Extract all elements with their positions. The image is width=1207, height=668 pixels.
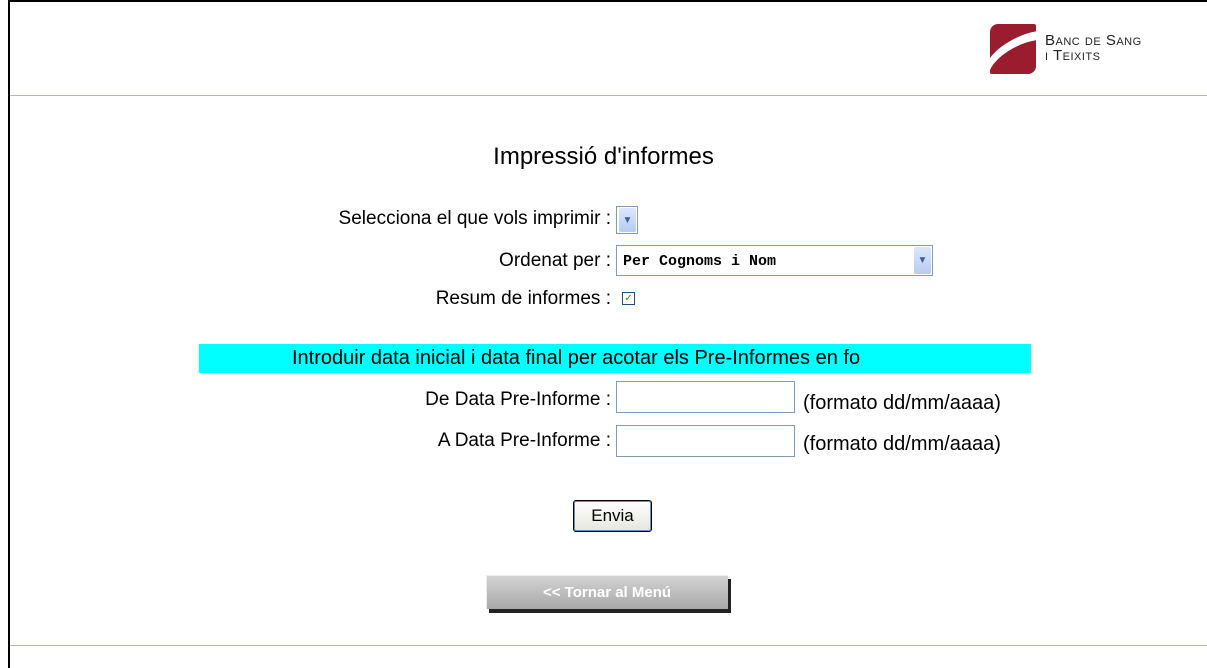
top-divider xyxy=(10,95,1207,96)
submit-button[interactable]: Envia xyxy=(573,500,652,532)
date-range-banner: Introduir data inicial i data final per … xyxy=(199,344,1031,373)
order-label: Ordenat per : xyxy=(499,250,611,271)
logo: Banc de Sang i Teixits xyxy=(990,24,1205,76)
page-title: Impressió d'informes xyxy=(493,143,714,170)
back-to-menu-button[interactable]: << Tornar al Menú xyxy=(486,575,728,609)
to-date-hint: (formato dd/mm/aaaa) xyxy=(803,433,1001,455)
summary-checkbox[interactable]: ✓ xyxy=(622,292,635,305)
from-date-hint: (formato dd/mm/aaaa) xyxy=(803,392,1001,414)
banner-text: Introduir data inicial i data final per … xyxy=(292,347,861,369)
bottom-divider xyxy=(10,645,1207,646)
from-date-input[interactable] xyxy=(616,381,795,413)
order-selected-value: Per Cognoms i Nom xyxy=(623,253,777,270)
select-report-label: Selecciona el que vols imprimir : xyxy=(338,208,611,229)
page-frame xyxy=(8,0,1207,668)
logo-line-2: i Teixits xyxy=(1045,47,1101,64)
to-date-input[interactable] xyxy=(616,425,795,457)
select-report-dropdown[interactable]: ▼ xyxy=(616,206,638,234)
logo-text: Banc de Sang i Teixits xyxy=(1045,33,1142,63)
order-dropdown[interactable]: Per Cognoms i Nom ▼ xyxy=(616,245,933,276)
from-date-label: De Data Pre-Informe : xyxy=(425,389,611,410)
check-icon: ✓ xyxy=(624,292,633,304)
logo-line-1: Banc de Sang xyxy=(1045,32,1142,49)
chevron-down-icon[interactable]: ▼ xyxy=(914,247,931,274)
chevron-down-icon[interactable]: ▼ xyxy=(619,208,636,232)
to-date-label: A Data Pre-Informe : xyxy=(437,430,611,451)
summary-label: Resum de informes : xyxy=(435,288,611,309)
logo-mark-icon xyxy=(990,24,1036,74)
